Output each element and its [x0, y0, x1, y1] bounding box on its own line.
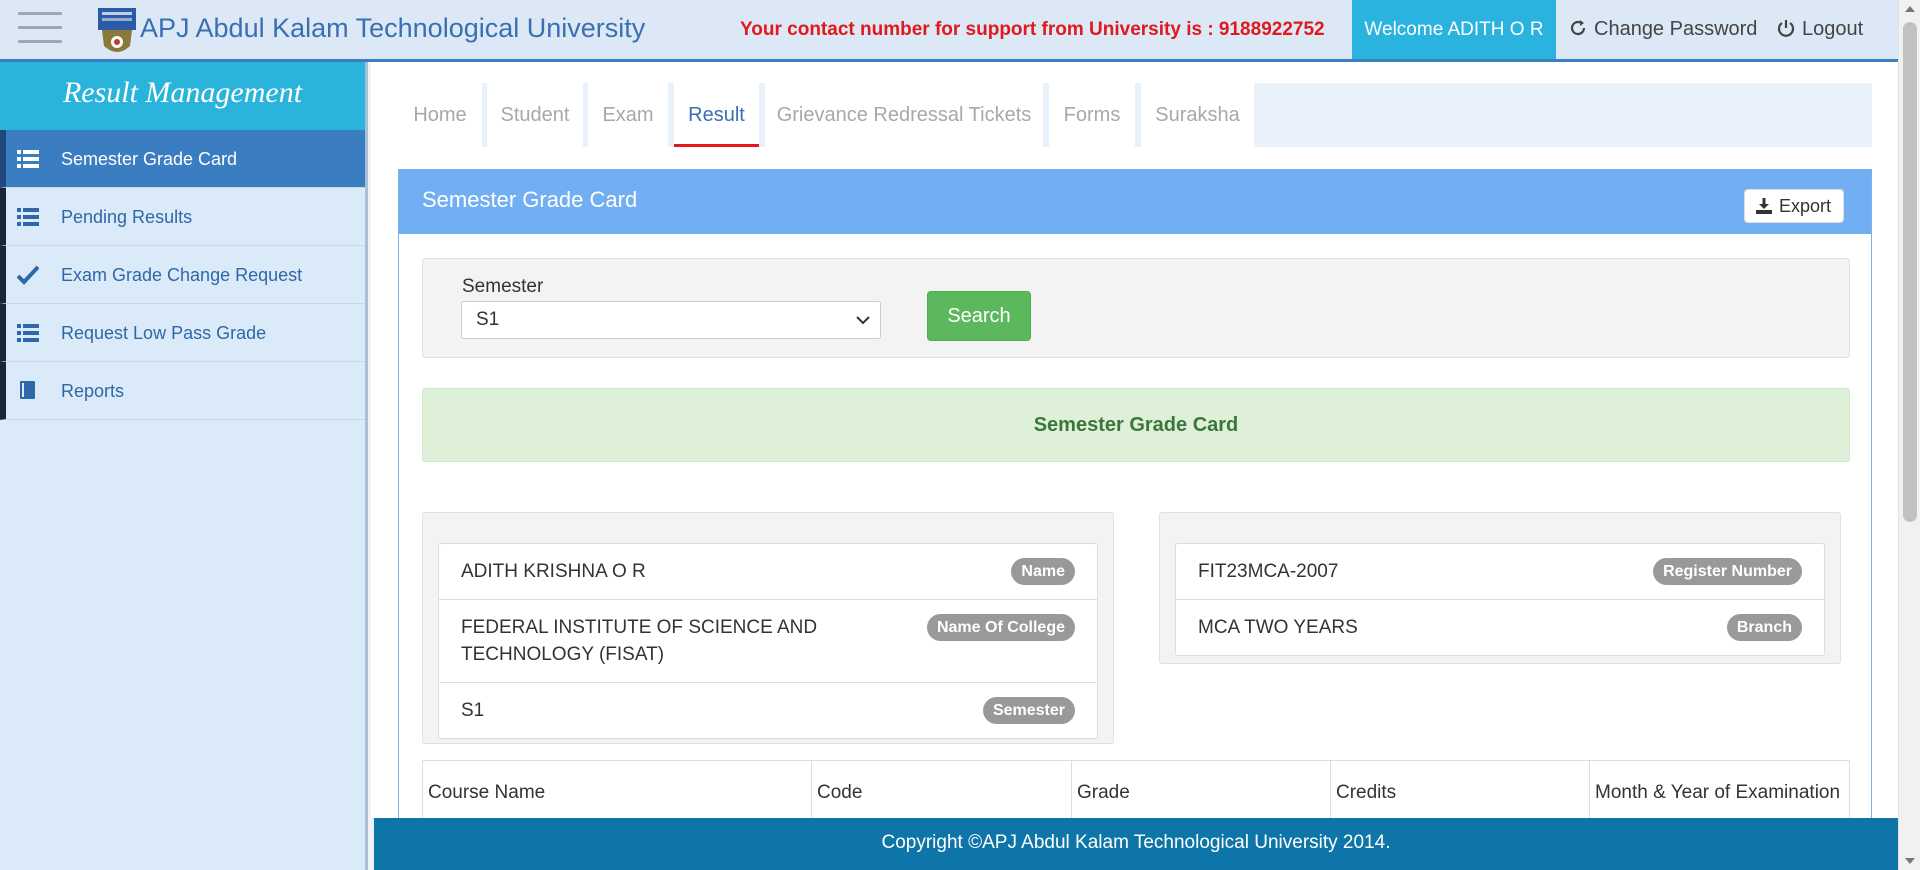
export-label: Export: [1778, 196, 1831, 216]
column-header-credits: Credits: [1330, 760, 1590, 825]
column-header-course-name: Course Name: [422, 760, 812, 825]
column-header-month-year: Month & Year of Examination: [1589, 760, 1850, 825]
panel-title: Semester Grade Card: [422, 187, 638, 212]
college-name: FEDERAL INSTITUTE OF SCIENCE AND TECHNOL…: [461, 617, 818, 665]
list-item: FIT23MCA-2007 Register Number: [1176, 544, 1824, 600]
menu-toggle-icon[interactable]: [18, 12, 62, 46]
sidebar-item-semester-grade-card[interactable]: Semester Grade Card: [0, 130, 365, 188]
sidebar: Result Management Semester Grade Card Pe…: [0, 62, 368, 870]
sidebar-item-label: Exam Grade Change Request: [61, 265, 303, 285]
semester-value: S1: [461, 700, 485, 721]
sidebar-item-exam-grade-change-request[interactable]: Exam Grade Change Request: [0, 246, 365, 304]
sidebar-item-label: Reports: [61, 381, 125, 401]
status-badge: Name Of College: [926, 614, 1075, 641]
student-name: ADITH KRISHNA O R: [461, 561, 646, 582]
sidebar-item-label: Request Low Pass Grade: [61, 323, 267, 343]
tab-exam[interactable]: Exam: [588, 83, 668, 147]
status-badge: Semester: [982, 697, 1075, 724]
sidebar-item-label: Pending Results: [61, 207, 193, 227]
sidebar-item-request-low-pass-grade[interactable]: Request Low Pass Grade: [0, 304, 365, 362]
tab-forms[interactable]: Forms: [1049, 83, 1135, 147]
power-icon: [1777, 20, 1795, 37]
top-navbar: APJ Abdul Kalam Technological University…: [0, 0, 1898, 62]
sidebar-item-label: Semester Grade Card: [61, 149, 238, 169]
table-header-row: Course Name Code Grade Credits Month & Y…: [422, 760, 1850, 825]
list-item: ADITH KRISHNA O R Name: [439, 544, 1097, 600]
refresh-icon: [1570, 20, 1586, 36]
brand-title[interactable]: APJ Abdul Kalam Technological University: [140, 13, 645, 44]
main-content: Home Student Exam Result Grievance Redre…: [371, 62, 1898, 829]
branch-name: MCA TWO YEARS: [1198, 617, 1358, 638]
student-info-left: ADITH KRISHNA O R Name FEDERAL INSTITUTE…: [422, 512, 1114, 744]
sidebar-item-pending-results[interactable]: Pending Results: [0, 188, 365, 246]
logout-link[interactable]: Logout: [1776, 0, 1863, 59]
export-button[interactable]: Export: [1744, 189, 1844, 223]
semester-filter: Semester S1 Search: [422, 258, 1850, 358]
search-button[interactable]: Search: [927, 291, 1031, 341]
tab-home[interactable]: Home: [398, 83, 482, 147]
panel-header: Semester Grade Card Export: [399, 170, 1871, 234]
semester-label: Semester: [462, 276, 544, 297]
list-item: FEDERAL INSTITUTE OF SCIENCE AND TECHNOL…: [439, 600, 1097, 683]
list-icon: [17, 324, 39, 342]
welcome-user[interactable]: Welcome ADITH O R: [1352, 0, 1556, 59]
status-badge: Register Number: [1653, 558, 1802, 585]
tab-bar: Home Student Exam Result Grievance Redre…: [398, 83, 1872, 147]
sidebar-title: Result Management: [0, 62, 365, 130]
page-scrollbar[interactable]: [1898, 0, 1920, 870]
chevron-down-icon: [856, 316, 870, 325]
status-badge: Name: [1011, 558, 1075, 585]
column-header-grade: Grade: [1071, 760, 1331, 825]
list-item: MCA TWO YEARS Branch: [1176, 600, 1824, 655]
change-password-label: Change Password: [1594, 18, 1758, 40]
semester-selected-value: S1: [476, 309, 500, 330]
list-item: S1 Semester: [439, 683, 1097, 738]
list-icon: [17, 150, 39, 168]
logout-label: Logout: [1802, 18, 1864, 40]
info-list: FIT23MCA-2007 Register Number MCA TWO YE…: [1175, 543, 1825, 656]
book-icon: [20, 381, 35, 399]
scroll-up-icon[interactable]: [1905, 6, 1915, 12]
tab-suraksha[interactable]: Suraksha: [1141, 83, 1254, 147]
download-icon: [1756, 198, 1772, 214]
register-number: FIT23MCA-2007: [1198, 561, 1339, 582]
column-header-code: Code: [811, 760, 1072, 825]
university-logo: [96, 6, 138, 58]
list-icon: [17, 208, 39, 226]
grade-table: Course Name Code Grade Credits Month & Y…: [422, 760, 1850, 825]
sidebar-item-reports[interactable]: Reports: [0, 362, 365, 420]
scroll-down-icon[interactable]: [1905, 858, 1915, 864]
scrollbar-thumb[interactable]: [1903, 22, 1917, 522]
change-password-link[interactable]: Change Password: [1568, 0, 1757, 59]
support-contact-text: Your contact number for support from Uni…: [740, 19, 1325, 40]
info-list: ADITH KRISHNA O R Name FEDERAL INSTITUTE…: [438, 543, 1098, 739]
grade-card-alert: Semester Grade Card: [422, 388, 1850, 462]
status-badge: Branch: [1726, 614, 1802, 641]
grade-card-panel: Semester Grade Card Export Semester S1 S…: [398, 169, 1872, 829]
check-icon: [17, 265, 39, 285]
semester-select[interactable]: S1: [461, 301, 881, 339]
tab-result[interactable]: Result: [674, 83, 759, 147]
tab-grievance-redressal-tickets[interactable]: Grievance Redressal Tickets: [765, 83, 1043, 147]
footer: Copyright ©APJ Abdul Kalam Technological…: [374, 818, 1898, 870]
student-info-right: FIT23MCA-2007 Register Number MCA TWO YE…: [1159, 512, 1841, 664]
tab-student[interactable]: Student: [487, 83, 583, 147]
